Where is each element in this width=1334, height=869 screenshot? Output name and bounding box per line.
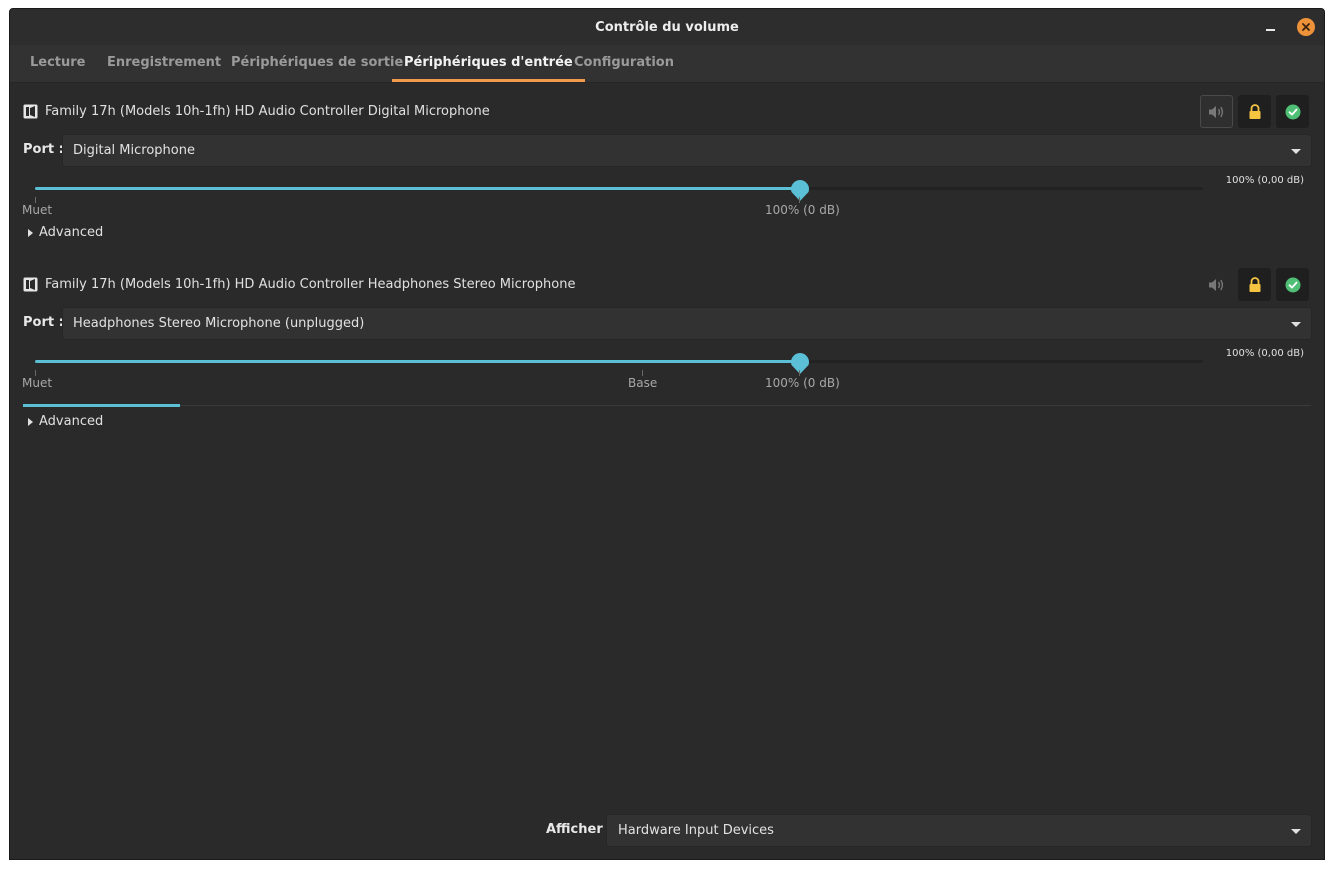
chevron-down-icon <box>1291 829 1301 834</box>
port-dropdown[interactable]: Headphones Stereo Microphone (unplugged) <box>62 307 1312 340</box>
show-value: Hardware Input Devices <box>618 823 774 838</box>
volume-readout: 100% (0,00 dB) <box>1225 348 1304 359</box>
lock-channels-button[interactable] <box>1238 268 1271 301</box>
mark-base: Base <box>628 376 658 390</box>
set-default-button[interactable] <box>1276 95 1309 128</box>
lock-icon <box>1249 103 1260 119</box>
device-name: Family 17h (Models 10h-1fh) HD Audio Con… <box>45 276 576 292</box>
volume-slider-fill <box>35 187 800 190</box>
minimize-icon <box>1265 29 1275 31</box>
audio-card-icon <box>23 277 38 291</box>
volume-slider-handle[interactable] <box>790 178 810 202</box>
volume-slider[interactable] <box>35 187 1203 190</box>
port-label: Port : <box>23 142 64 157</box>
advanced-label: Advanced <box>39 414 104 429</box>
device-header: Family 17h (Models 10h-1fh) HD Audio Con… <box>23 272 575 296</box>
separator <box>23 405 1311 406</box>
chevron-down-icon <box>1291 149 1301 154</box>
minimize-button[interactable] <box>1262 19 1278 35</box>
tab-configuration[interactable]: Configuration <box>574 45 674 82</box>
close-button[interactable] <box>1297 18 1315 36</box>
tab-bar: Lecture Enregistrement Périphériques de … <box>10 45 1324 83</box>
volume-slider-fill <box>35 360 800 363</box>
chevron-right-icon <box>28 228 33 237</box>
separator-accent <box>23 404 180 407</box>
lock-channels-button[interactable] <box>1238 95 1271 128</box>
volume-slider-handle[interactable] <box>790 351 810 375</box>
audio-card-icon <box>23 104 38 118</box>
chevron-right-icon <box>28 417 33 426</box>
tab-peripheriques-entree[interactable]: Périphériques d'entrée <box>392 45 585 82</box>
mute-button[interactable] <box>1200 268 1233 301</box>
advanced-label: Advanced <box>39 225 104 240</box>
port-value: Headphones Stereo Microphone (unplugged) <box>73 316 365 331</box>
speaker-icon <box>1208 105 1223 118</box>
mute-button[interactable] <box>1200 95 1233 128</box>
device-header: Family 17h (Models 10h-1fh) HD Audio Con… <box>23 99 490 123</box>
mark-100: 100% (0 dB) <box>765 203 840 217</box>
check-circle-icon <box>1285 277 1300 292</box>
device-name: Family 17h (Models 10h-1fh) HD Audio Con… <box>45 103 490 119</box>
show-label: Afficher : <box>546 822 613 837</box>
chevron-down-icon <box>1291 322 1301 327</box>
advanced-expander[interactable]: Advanced <box>28 414 103 429</box>
advanced-expander[interactable]: Advanced <box>28 225 103 240</box>
mark-100: 100% (0 dB) <box>765 376 840 390</box>
mark-mute: Muet <box>22 203 53 217</box>
volume-slider[interactable] <box>35 360 1203 363</box>
port-value: Digital Microphone <box>73 143 195 158</box>
tab-enregistrement[interactable]: Enregistrement <box>107 45 221 82</box>
check-circle-icon <box>1285 104 1300 119</box>
tab-lecture[interactable]: Lecture <box>30 45 86 82</box>
volume-control-window: Contrôle du volume Lecture Enregistremen… <box>9 8 1325 860</box>
window-title: Contrôle du volume <box>595 19 739 35</box>
speaker-icon <box>1208 278 1223 291</box>
volume-readout: 100% (0,00 dB) <box>1225 175 1304 186</box>
title-bar: Contrôle du volume <box>10 9 1324 45</box>
port-dropdown[interactable]: Digital Microphone <box>62 134 1312 167</box>
port-label: Port : <box>23 315 64 330</box>
close-icon <box>1302 23 1310 31</box>
lock-icon <box>1249 276 1260 292</box>
set-default-button[interactable] <box>1276 268 1309 301</box>
show-dropdown[interactable]: Hardware Input Devices <box>606 814 1312 847</box>
mark-mute: Muet <box>22 376 53 390</box>
tab-peripheriques-sortie[interactable]: Périphériques de sortie <box>231 45 403 82</box>
